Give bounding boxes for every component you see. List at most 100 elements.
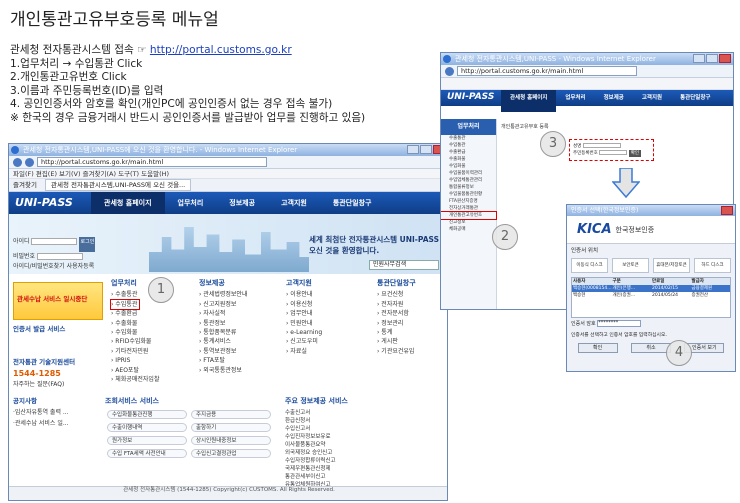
- sidebar-item[interactable]: 수입물품통관현황: [441, 191, 496, 198]
- sidebar-item[interactable]: 수출환급: [441, 149, 496, 156]
- menu-item[interactable]: › 자료실: [286, 347, 322, 356]
- menu-item[interactable]: › 관세법령정보안내: [199, 290, 247, 299]
- browser-tab[interactable]: 관세청 전자통관시스템,UNI-PASS에 오신 것을...: [45, 179, 192, 191]
- nav-home[interactable]: 관세청 홈페이지: [91, 192, 165, 214]
- menu-item[interactable]: › 요건신청: [377, 290, 416, 299]
- info-service-link[interactable]: 이사물품통관요약: [285, 441, 385, 449]
- sidebar-item[interactable]: 신고정보: [441, 219, 496, 226]
- login-links[interactable]: 아이디/비밀번호찾기 사용자등록: [13, 262, 103, 272]
- site-search-input[interactable]: 민원사무검색: [369, 260, 439, 270]
- back-icon[interactable]: [445, 66, 454, 76]
- removable-disk-option[interactable]: 이동식 디스크: [571, 258, 608, 273]
- sidebar-item[interactable]: 수출화물: [441, 156, 496, 163]
- menu-item[interactable]: › AEO포탈: [111, 366, 159, 375]
- sidebar-item[interactable]: 개인통관고유번호: [441, 211, 497, 220]
- password-input[interactable]: [37, 253, 84, 260]
- lookup-service-button[interactable]: 수출이행내역: [107, 423, 187, 432]
- info-service-link[interactable]: 수출신고서: [285, 409, 385, 417]
- favorites-button[interactable]: 즐겨찾기: [13, 181, 37, 189]
- url-input[interactable]: http://portal.customs.go.kr/main.html: [37, 157, 267, 167]
- menu-item[interactable]: › 통역보관정보: [199, 347, 247, 356]
- hard-disk-option[interactable]: 하드 디스크: [694, 258, 731, 273]
- lookup-service-button[interactable]: 수입 FTA세액 사전안내: [107, 449, 187, 458]
- menu-item[interactable]: › 업무안내: [286, 309, 322, 318]
- back-icon[interactable]: [13, 157, 22, 167]
- cancel-button[interactable]: 취소: [630, 343, 671, 353]
- info-service-link[interactable]: 외국제정요 승인신고: [285, 449, 385, 457]
- forward-icon[interactable]: [25, 157, 34, 167]
- lookup-service-button[interactable]: 원가정보: [107, 436, 187, 445]
- security-token-option[interactable]: 보안토큰: [612, 258, 649, 273]
- info-service-link[interactable]: 환급신청서: [285, 417, 385, 425]
- lookup-service-button[interactable]: 수입신고결정관업: [191, 449, 271, 458]
- menu-item[interactable]: › 수입통관: [109, 298, 141, 311]
- sidebar-item[interactable]: FTA원산지증명: [441, 198, 496, 205]
- menu-item[interactable]: › 신고도우미: [286, 337, 322, 346]
- menu-item[interactable]: › 체화공매전자입찰: [111, 375, 159, 384]
- menu-item[interactable]: › 외국통통관정보: [199, 366, 247, 375]
- nav-info[interactable]: 정보제공: [216, 192, 268, 214]
- menu-item[interactable]: › 통계서비스: [199, 337, 247, 346]
- nav-info[interactable]: 정보제공: [595, 90, 633, 112]
- menu-bar[interactable]: [441, 78, 733, 90]
- lookup-service-button[interactable]: 수입화물통관진행: [107, 410, 187, 419]
- menu-item[interactable]: › 민원안내: [286, 319, 322, 328]
- sidebar-item[interactable]: 수입업체통관관리: [441, 177, 496, 184]
- close-button[interactable]: [721, 206, 733, 215]
- notice-item[interactable]: ·임산자유통역 출력 ...: [13, 407, 103, 418]
- info-service-link[interactable]: 통관관세부이신고: [285, 473, 385, 481]
- menu-item[interactable]: › 신고지원정보: [199, 300, 247, 309]
- lookup-service-button[interactable]: 주지금용: [191, 410, 271, 419]
- menu-item[interactable]: › 게시판: [377, 337, 416, 346]
- nav-business[interactable]: 업무처리: [165, 192, 217, 214]
- minimize-button[interactable]: [407, 145, 419, 154]
- table-row[interactable]: 백승현(0008154... 개인(은행... 2014/02/15 금융결제원: [572, 285, 730, 292]
- login-button[interactable]: 로그인: [79, 237, 96, 252]
- confirm-button[interactable]: 확인: [628, 150, 641, 157]
- portal-link[interactable]: http://portal.customs.go.kr: [150, 44, 292, 56]
- faq-link[interactable]: 자주하는 질문(FAQ): [13, 379, 103, 390]
- url-input[interactable]: http://portal.customs.go.kr/main.html: [457, 66, 637, 76]
- minimize-button[interactable]: [693, 54, 705, 63]
- sidebar-item[interactable]: 수출통관: [441, 135, 496, 142]
- close-button[interactable]: [719, 54, 731, 63]
- site-logo[interactable]: UNI-PASS: [447, 92, 494, 102]
- menu-item[interactable]: › 전자문서함: [377, 309, 416, 318]
- sidebar-item[interactable]: 체화공매: [441, 226, 496, 233]
- phone-token-option[interactable]: 휴대폰/저장토큰: [653, 258, 690, 273]
- menu-item[interactable]: › 이용신청: [286, 300, 322, 309]
- sidebar-item[interactable]: 수입통관: [441, 142, 496, 149]
- menu-item[interactable]: › IPRIS: [111, 356, 159, 365]
- menu-item[interactable]: › 수입화물: [111, 328, 159, 337]
- info-service-link[interactable]: 국제우편통관신청제: [285, 465, 385, 473]
- lookup-service-button[interactable]: 상시인원내중정보: [191, 436, 271, 445]
- lookup-service-button[interactable]: 출항하기: [191, 423, 271, 432]
- ok-button[interactable]: 확인: [577, 343, 618, 353]
- menu-item[interactable]: › 전자자원: [377, 300, 416, 309]
- sidebar-item[interactable]: 전자상거래통관: [441, 205, 496, 212]
- menu-item[interactable]: › 통합품목분류: [199, 328, 247, 337]
- menu-item[interactable]: › 기타전자민원: [111, 347, 159, 356]
- info-service-link[interactable]: 수입신고서: [285, 425, 385, 433]
- nav-home[interactable]: 관세청 홈페이지: [501, 90, 557, 112]
- name-input[interactable]: [582, 143, 621, 148]
- info-service-link[interactable]: 수입자정합류이력신고: [285, 457, 385, 465]
- menu-item[interactable]: › 수출환급: [111, 309, 159, 318]
- menu-item[interactable]: › 기관요건유입: [377, 347, 416, 356]
- maximize-button[interactable]: [420, 145, 432, 154]
- menu-item[interactable]: › e-Learning: [286, 328, 322, 337]
- menu-item[interactable]: › 통계: [377, 328, 416, 337]
- menu-item[interactable]: › 자사실적: [199, 309, 247, 318]
- info-service-link[interactable]: 수입진자정보보유료: [285, 433, 385, 441]
- notice-item[interactable]: ·관세수납 서비스 일...: [13, 418, 103, 429]
- nav-single-window[interactable]: 통관단일창구: [320, 192, 385, 214]
- sidebar-item[interactable]: 통합물류정보: [441, 184, 496, 191]
- menu-bar[interactable]: 파일(F) 편집(E) 보기(V) 즐겨찾기(A) 도구(T) 도움말(H): [9, 169, 447, 179]
- nav-support[interactable]: 고객지원: [633, 90, 671, 112]
- menu-item[interactable]: › RFID수입화물: [111, 337, 159, 346]
- site-logo[interactable]: UNI-PASS: [15, 196, 73, 209]
- maximize-button[interactable]: [706, 54, 718, 63]
- cert-service-title[interactable]: 인증서 발급 서비스: [13, 324, 103, 335]
- service-notice-banner[interactable]: 관세수납 서비스 일시중단: [13, 282, 103, 320]
- id-input[interactable]: [31, 238, 78, 245]
